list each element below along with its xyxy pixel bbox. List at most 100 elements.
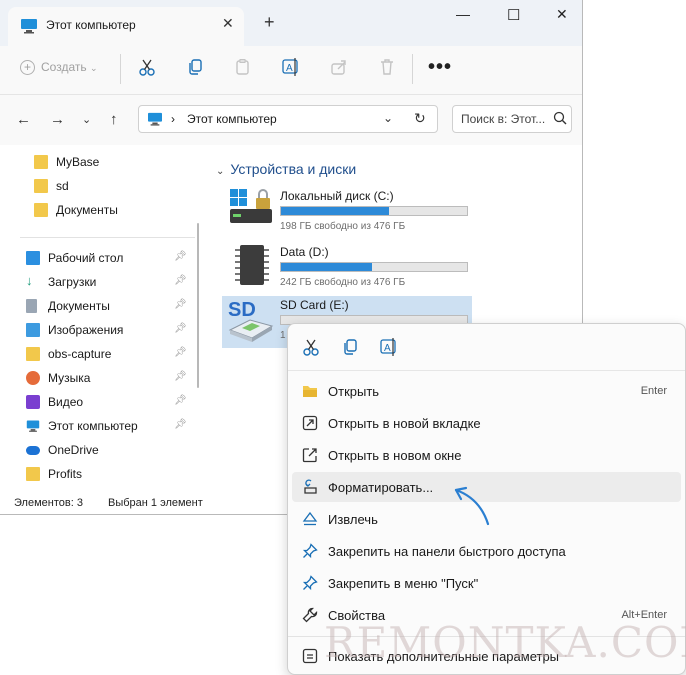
svg-text:SD: SD bbox=[228, 299, 256, 321]
nav-item-label: MyBase bbox=[56, 155, 100, 169]
computer-icon bbox=[148, 112, 162, 126]
nav-item-mybase[interactable]: MyBase bbox=[34, 152, 194, 174]
plus-icon: + bbox=[20, 60, 35, 75]
rename-icon[interactable]: A bbox=[380, 338, 398, 356]
nav-item-label: Видео bbox=[48, 395, 84, 409]
menu-item-open[interactable]: Открыть Enter bbox=[292, 376, 681, 406]
nav-item-onedrive[interactable]: OneDrive bbox=[26, 440, 186, 462]
nav-item-this-pc[interactable]: Этот компьютер 📌︎ bbox=[26, 416, 187, 438]
folder-icon bbox=[34, 155, 48, 169]
pin-icon bbox=[302, 543, 318, 559]
drive-name: Локальный диск (C:) bbox=[280, 189, 394, 203]
documents-icon bbox=[26, 299, 37, 313]
new-tab-button[interactable]: + bbox=[264, 12, 275, 33]
menu-item-pin-start[interactable]: Закрепить в меню "Пуск" bbox=[292, 568, 681, 598]
chevron-down-icon: ⌄ bbox=[89, 63, 98, 73]
pin-icon[interactable]: 📌︎ bbox=[174, 395, 187, 406]
nav-item-label: Рабочий стол bbox=[48, 251, 124, 265]
menu-item-label: Открыть в новом окне bbox=[328, 448, 462, 463]
nav-item-label: Profits bbox=[48, 467, 83, 481]
title-bar: Этот компьютер ✕ + — ☐ ✕ bbox=[0, 0, 582, 46]
maximize-button[interactable]: ☐ bbox=[507, 6, 520, 24]
collapse-chevron-icon[interactable]: ⌄ bbox=[216, 166, 224, 177]
menu-item-label: Открыть bbox=[328, 384, 380, 399]
nav-item-label: Документы bbox=[48, 299, 110, 313]
nav-item-sd[interactable]: sd bbox=[34, 176, 194, 198]
menu-item-format[interactable]: Форматировать... bbox=[292, 472, 681, 502]
refresh-icon[interactable]: ↻ bbox=[414, 110, 426, 127]
drive-c[interactable]: Локальный диск (C:) 198 ГБ свободно из 4… bbox=[222, 187, 472, 239]
up-arrow-icon[interactable]: ↑ bbox=[110, 111, 118, 128]
recent-chevron-icon[interactable]: ⌄ bbox=[82, 113, 91, 126]
close-tab-icon[interactable]: ✕ bbox=[222, 15, 234, 32]
breadcrumb-chevron-icon[interactable]: › bbox=[171, 112, 175, 126]
menu-item-eject[interactable]: Извлечь bbox=[292, 504, 681, 534]
delete-icon[interactable] bbox=[378, 58, 396, 76]
forward-arrow-icon[interactable]: → bbox=[50, 111, 65, 128]
copy-icon[interactable] bbox=[186, 58, 204, 76]
tab-title: Этот компьютер bbox=[46, 18, 136, 32]
nav-item-profits[interactable]: Profits bbox=[26, 464, 186, 486]
menu-item-label: Форматировать... bbox=[328, 480, 434, 495]
nav-item-music[interactable]: Музыка 📌︎ bbox=[26, 368, 187, 390]
format-icon bbox=[304, 479, 317, 494]
group-header[interactable]: ⌄ Устройства и диски bbox=[216, 161, 356, 177]
toolbar-divider bbox=[120, 54, 121, 84]
nav-item-label: Этот компьютер bbox=[48, 419, 138, 433]
search-placeholder[interactable]: Поиск в: Этот... bbox=[461, 112, 545, 126]
nav-scrollbar[interactable] bbox=[197, 223, 199, 388]
pin-icon[interactable]: 📌︎ bbox=[174, 419, 187, 430]
new-tab-icon bbox=[302, 415, 318, 431]
more-options-icon[interactable]: ••• bbox=[428, 56, 452, 79]
breadcrumb-path[interactable]: Этот компьютер bbox=[187, 112, 277, 126]
pin-icon[interactable]: 📌︎ bbox=[174, 251, 187, 262]
nav-item-documents-folder[interactable]: Документы bbox=[34, 200, 194, 222]
tab-this-pc[interactable]: Этот компьютер ✕ bbox=[8, 7, 244, 46]
minimize-button[interactable]: — bbox=[456, 6, 470, 22]
pin-icon[interactable]: 📌︎ bbox=[174, 347, 187, 358]
menu-item-pin-quick-access[interactable]: Закрепить на панели быстрого доступа bbox=[292, 536, 681, 566]
nav-item-video[interactable]: Видео 📌︎ bbox=[26, 392, 187, 414]
paste-icon[interactable] bbox=[234, 58, 252, 76]
chevron-down-icon[interactable]: ⌄ bbox=[383, 111, 393, 125]
cut-icon[interactable] bbox=[138, 58, 156, 76]
drive-usage-bar bbox=[280, 206, 468, 216]
video-icon bbox=[26, 395, 40, 409]
rename-icon[interactable]: A bbox=[282, 58, 300, 76]
nav-item-downloads[interactable]: ↓ Загрузки 📌︎ bbox=[26, 272, 187, 294]
pictures-icon bbox=[26, 323, 40, 337]
cut-icon[interactable] bbox=[302, 338, 320, 356]
computer-icon bbox=[21, 19, 37, 34]
nav-item-label: Загрузки bbox=[48, 275, 97, 289]
desktop-icon bbox=[26, 251, 40, 265]
drive-name: SD Card (E:) bbox=[280, 298, 349, 312]
menu-item-open-new-window[interactable]: Открыть в новом окне bbox=[292, 440, 681, 470]
nav-item-documents[interactable]: Документы 📌︎ bbox=[26, 296, 187, 318]
back-arrow-icon[interactable]: ← bbox=[16, 111, 31, 128]
pin-icon[interactable]: 📌︎ bbox=[174, 323, 187, 334]
close-window-button[interactable]: ✕ bbox=[556, 6, 568, 23]
nav-item-obs-capture[interactable]: obs-capture 📌︎ bbox=[26, 344, 187, 366]
svg-text:A: A bbox=[384, 343, 391, 354]
folder-icon bbox=[26, 467, 40, 481]
share-icon[interactable] bbox=[330, 58, 348, 76]
menu-item-label: Извлечь bbox=[328, 512, 378, 527]
context-menu-quick-actions: A bbox=[288, 324, 685, 371]
drive-free-space: 242 ГБ свободно из 476 ГБ bbox=[280, 277, 406, 288]
menu-item-open-new-tab[interactable]: Открыть в новой вкладке bbox=[292, 408, 681, 438]
drive-free-space: 1 bbox=[280, 330, 286, 341]
drive-name: Data (D:) bbox=[280, 245, 329, 259]
folder-open-icon bbox=[303, 386, 317, 397]
create-button[interactable]: + Создать ⌄ bbox=[20, 60, 98, 75]
nav-item-desktop[interactable]: Рабочий стол 📌︎ bbox=[26, 248, 187, 270]
nav-divider bbox=[20, 237, 195, 238]
drive-d[interactable]: Data (D:) 242 ГБ свободно из 476 ГБ bbox=[222, 243, 472, 295]
pin-icon[interactable]: 📌︎ bbox=[174, 275, 187, 286]
search-box[interactable]: Поиск в: Этот... bbox=[452, 105, 572, 133]
copy-icon[interactable] bbox=[341, 338, 359, 356]
address-bar[interactable]: › Этот компьютер ⌄ ↻ bbox=[138, 105, 438, 133]
nav-item-pictures[interactable]: Изображения 📌︎ bbox=[26, 320, 187, 342]
pin-icon[interactable]: 📌︎ bbox=[174, 371, 187, 382]
pin-icon[interactable]: 📌︎ bbox=[174, 299, 187, 310]
navigation-pane: MyBase sd Документы Рабочий стол 📌︎ ↓ За… bbox=[0, 145, 205, 490]
